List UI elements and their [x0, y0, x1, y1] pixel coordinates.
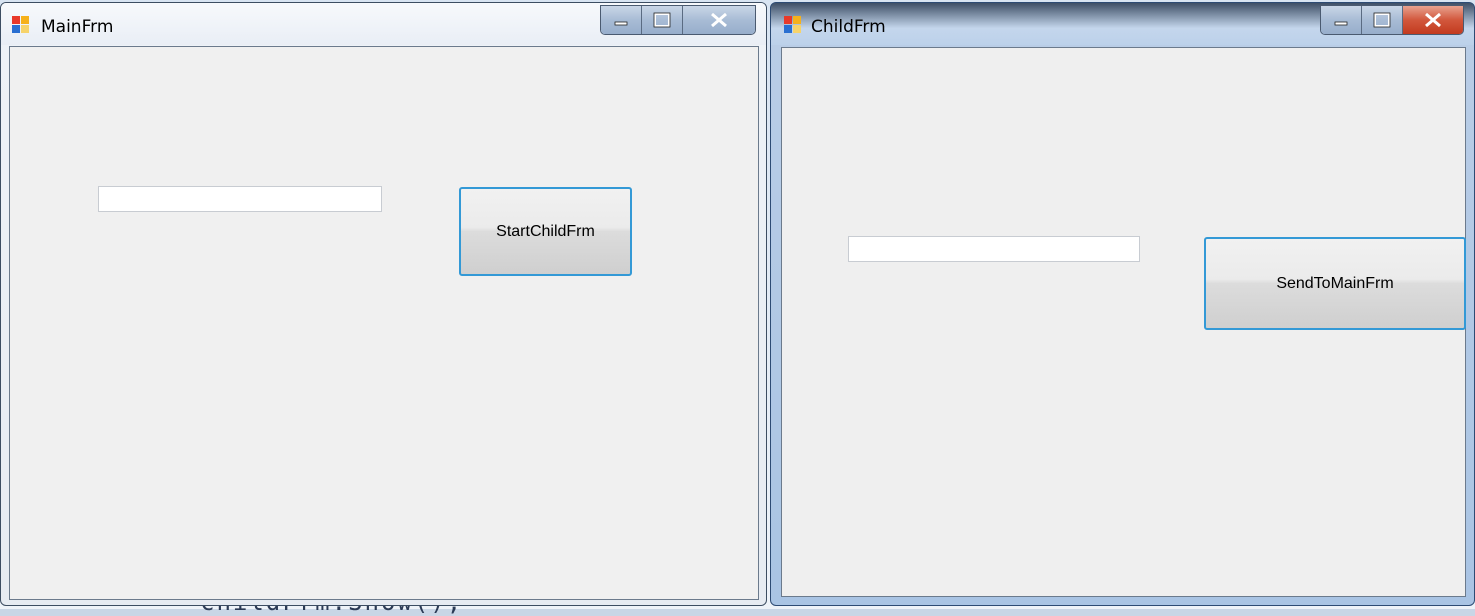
minimize-icon [1334, 21, 1348, 26]
child-window-title: ChildFrm [811, 17, 886, 37]
close-button[interactable] [1403, 6, 1463, 34]
minimize-button[interactable] [1321, 6, 1362, 34]
child-window-client-area: SendToMainFrm [781, 47, 1466, 597]
minimize-icon [614, 21, 628, 26]
child-window-controls [1320, 5, 1464, 35]
app-icon [12, 16, 29, 33]
main-window-titlebar[interactable]: MainFrm [1, 3, 766, 45]
child-textbox[interactable] [848, 236, 1140, 262]
send-to-main-frm-button[interactable]: SendToMainFrm [1204, 237, 1466, 330]
start-child-frm-button[interactable]: StartChildFrm [459, 187, 632, 276]
app-icon [784, 16, 801, 33]
close-icon [711, 12, 727, 28]
main-window-controls [600, 5, 756, 35]
close-icon [1425, 12, 1441, 28]
child-window: ChildFrm SendToMainFrm [770, 2, 1475, 606]
maximize-button[interactable] [642, 6, 683, 34]
main-window-client-area: StartChildFrm [9, 46, 759, 600]
maximize-icon [1373, 12, 1391, 28]
child-window-titlebar[interactable]: ChildFrm [771, 3, 1474, 45]
maximize-icon [653, 12, 671, 28]
main-textbox[interactable] [98, 186, 382, 212]
main-window-title: MainFrm [41, 17, 114, 37]
main-window: MainFrm StartChildFrm [0, 2, 767, 606]
minimize-button[interactable] [601, 6, 642, 34]
maximize-button[interactable] [1362, 6, 1403, 34]
close-button[interactable] [683, 6, 755, 34]
